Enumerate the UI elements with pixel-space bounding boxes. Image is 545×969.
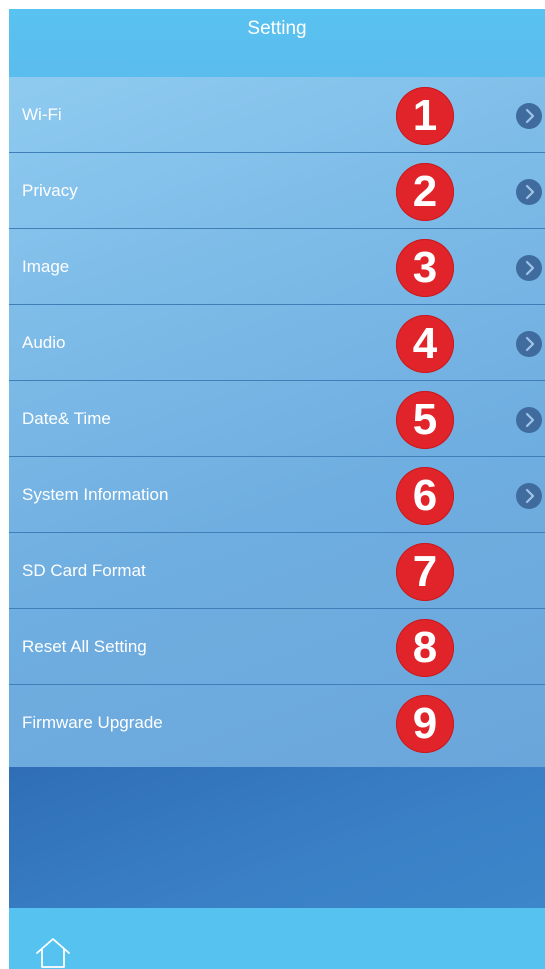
number-badge: 9 (396, 695, 454, 753)
settings-item-label: Date& Time (22, 409, 111, 428)
settings-item-image[interactable]: Image 3 (9, 229, 545, 305)
header-bar: Setting (9, 9, 545, 77)
number-badge: 1 (396, 87, 454, 145)
settings-item-privacy[interactable]: Privacy 2 (9, 153, 545, 229)
number-badge: 7 (396, 543, 454, 601)
settings-item-label: Reset All Setting (22, 637, 147, 656)
number-badge: 4 (396, 315, 454, 373)
number-badge: 2 (396, 163, 454, 221)
chevron-right-icon (516, 331, 542, 357)
settings-list: Wi-Fi 1 Privacy 2 Image 3 Audio 4 Date& … (9, 77, 545, 767)
chevron-right-icon (516, 255, 542, 281)
number-badge: 3 (396, 239, 454, 297)
bottom-bar (9, 908, 545, 969)
chevron-right-icon (516, 103, 542, 129)
settings-item-label: Wi-Fi (22, 105, 62, 124)
settings-item-audio[interactable]: Audio 4 (9, 305, 545, 381)
empty-area (9, 767, 545, 908)
settings-item-label: System Information (22, 485, 169, 504)
settings-item-wifi[interactable]: Wi-Fi 1 (9, 77, 545, 153)
settings-item-firmware-upgrade[interactable]: Firmware Upgrade 9 (9, 685, 545, 761)
settings-screen: Setting Wi-Fi 1 Privacy 2 Image 3 Audio … (9, 9, 545, 969)
settings-item-sd-card-format[interactable]: SD Card Format 7 (9, 533, 545, 609)
number-badge: 5 (396, 391, 454, 449)
home-icon[interactable] (34, 936, 72, 968)
chevron-right-icon (516, 407, 542, 433)
number-badge: 8 (396, 619, 454, 677)
settings-item-label: SD Card Format (22, 561, 146, 580)
settings-item-label: Audio (22, 333, 66, 352)
chevron-right-icon (516, 483, 542, 509)
settings-item-date-time[interactable]: Date& Time 5 (9, 381, 545, 457)
chevron-right-icon (516, 179, 542, 205)
settings-item-label: Privacy (22, 181, 78, 200)
page-title: Setting (247, 18, 307, 39)
number-badge: 6 (396, 467, 454, 525)
settings-item-label: Firmware Upgrade (22, 713, 163, 732)
settings-item-system-information[interactable]: System Information 6 (9, 457, 545, 533)
settings-item-reset-all-setting[interactable]: Reset All Setting 8 (9, 609, 545, 685)
settings-item-label: Image (22, 257, 70, 276)
